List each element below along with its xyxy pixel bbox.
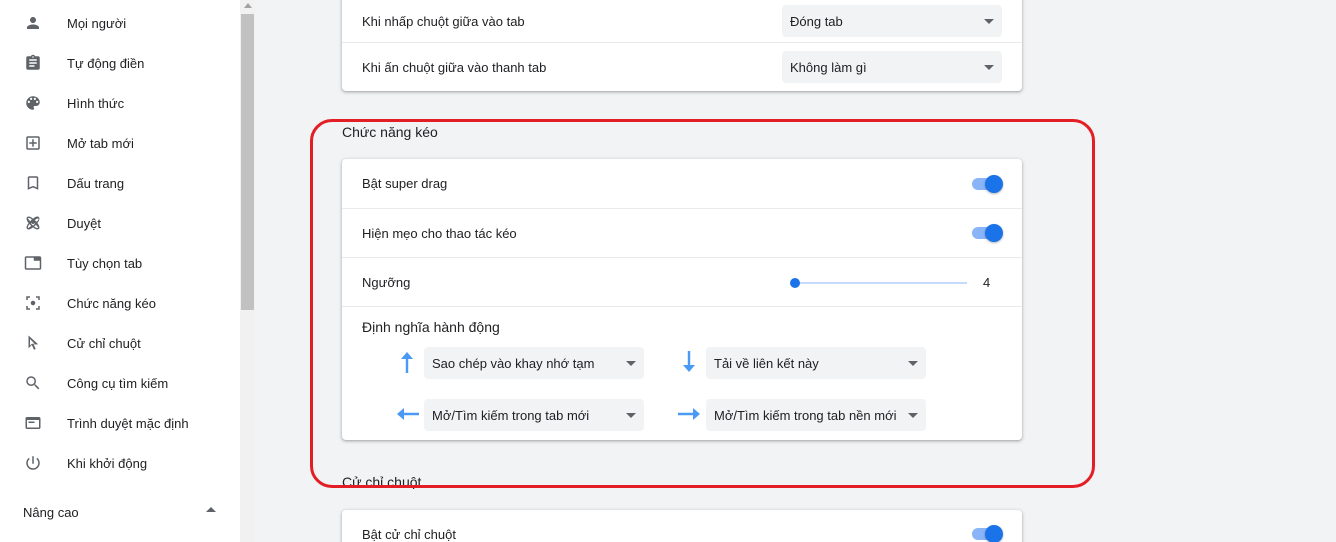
- sidebar-item-label: Dấu trang: [67, 175, 125, 191]
- sidebar-item-appearance[interactable]: Hình thức: [0, 83, 240, 123]
- dropdown-arrow-icon: [626, 413, 636, 418]
- scroll-up-arrow-icon[interactable]: [244, 3, 252, 8]
- arrow-left-icon: [395, 401, 421, 427]
- drag-tips-label: Hiện mẹo cho thao tác kéo: [362, 225, 517, 241]
- clipboard-icon: [24, 54, 42, 72]
- gesture-enable-toggle[interactable]: [970, 524, 1004, 542]
- super-drag-row: Bật super drag: [342, 159, 1022, 208]
- sidebar-item-label: Hình thức: [67, 95, 125, 111]
- chevron-up-icon: [206, 507, 216, 512]
- sidebar-item-mouse-gestures[interactable]: Cử chỉ chuột: [0, 323, 240, 363]
- bookmark-icon: [24, 174, 42, 192]
- gesture-enable-row: Bật cử chỉ chuột: [342, 510, 1022, 542]
- person-icon: [24, 14, 42, 32]
- sidebar-item-drag[interactable]: Chức năng kéo: [0, 283, 240, 323]
- threshold-slider[interactable]: [790, 273, 967, 293]
- advanced-toggle[interactable]: Nâng cao: [0, 496, 240, 528]
- sidebar-item-on-startup[interactable]: Khi khởi động: [0, 443, 240, 483]
- sidebar-item-label: Cử chỉ chuột: [67, 335, 141, 351]
- dropdown-arrow-icon: [984, 65, 994, 70]
- advanced-label: Nâng cao: [23, 504, 79, 520]
- actions-title: Định nghĩa hành động: [362, 319, 500, 335]
- drag-up-action-select[interactable]: Sao chép vào khay nhớ tạm: [424, 347, 644, 379]
- gesture-settings-card: Bật cử chỉ chuột: [342, 510, 1022, 542]
- sidebar-item-people[interactable]: Mọi người: [0, 3, 240, 43]
- slider-rail: [795, 282, 967, 284]
- toggle-knob: [985, 224, 1003, 242]
- sidebar-item-new-tab[interactable]: Mở tab mới: [0, 123, 240, 163]
- settings-sidebar: Mọi người Tự động điền Hình thức Mở tab …: [0, 0, 240, 542]
- sidebar-item-bookmarks[interactable]: Dấu trang: [0, 163, 240, 203]
- drag-tips-toggle[interactable]: [970, 223, 1004, 243]
- select-value: Tải về liên kết này: [714, 355, 819, 371]
- middle-click-bar-row: Khi ấn chuột giữa vào thanh tab Không là…: [342, 43, 1022, 91]
- sidebar-item-search-engine[interactable]: Công cụ tìm kiếm: [0, 363, 240, 403]
- drag-settings-card: Bật super drag Hiện mẹo cho thao tác kéo…: [342, 159, 1022, 440]
- select-value: Sao chép vào khay nhớ tạm: [432, 355, 595, 371]
- cursor-icon: [24, 334, 42, 352]
- dropdown-arrow-icon: [626, 361, 636, 366]
- middle-click-bar-label: Khi ấn chuột giữa vào thanh tab: [362, 59, 547, 75]
- toggle-knob: [985, 525, 1003, 542]
- dropdown-arrow-icon: [984, 19, 994, 24]
- sidebar-scrollbar[interactable]: [240, 0, 255, 542]
- atom-icon: [24, 214, 42, 232]
- select-value: Mở/Tìm kiếm trong tab nền mới: [714, 407, 897, 423]
- middle-click-tab-select[interactable]: Đóng tab: [782, 5, 1002, 37]
- settings-main: Khi nhấp chuột giữa vào tab Đóng tab Khi…: [255, 0, 1336, 542]
- toggle-knob: [985, 175, 1003, 193]
- sidebar-item-label: Tự động điền: [67, 55, 145, 71]
- drag-left-action-select[interactable]: Mở/Tìm kiếm trong tab mới: [424, 399, 644, 431]
- threshold-value: 4: [983, 274, 991, 290]
- dropdown-arrow-icon: [908, 361, 918, 366]
- sidebar-item-label: Mở tab mới: [67, 135, 134, 151]
- browser-icon: [24, 414, 42, 432]
- drag-tips-row: Hiện mẹo cho thao tác kéo: [342, 209, 1022, 257]
- sidebar-item-label: Khi khởi động: [67, 455, 148, 471]
- arrow-right-icon: [676, 401, 702, 427]
- drag-right-action-select[interactable]: Mở/Tìm kiếm trong tab nền mới: [706, 399, 926, 431]
- select-value: Không làm gì: [790, 59, 867, 75]
- sidebar-item-autofill[interactable]: Tự động điền: [0, 43, 240, 83]
- middle-click-bar-select[interactable]: Không làm gì: [782, 51, 1002, 83]
- sidebar-item-browse[interactable]: Duyệt: [0, 203, 240, 243]
- search-icon: [24, 374, 42, 392]
- sidebar-item-label: Tùy chọn tab: [67, 255, 143, 271]
- tab-icon: [24, 254, 42, 272]
- divider: [342, 306, 1022, 307]
- power-icon: [24, 454, 42, 472]
- sidebar-item-label: Chức năng kéo: [67, 295, 156, 311]
- gesture-enable-label: Bật cử chỉ chuột: [362, 526, 456, 542]
- select-value: Mở/Tìm kiếm trong tab mới: [432, 407, 590, 423]
- sidebar-item-label: Trình duyệt mặc định: [67, 415, 189, 431]
- threshold-label: Ngưỡng: [362, 274, 411, 290]
- sidebar-item-tab-options[interactable]: Tùy chọn tab: [0, 243, 240, 283]
- scrollbar-thumb[interactable]: [241, 14, 254, 310]
- sidebar-item-label: Công cụ tìm kiếm: [67, 375, 169, 391]
- sidebar-item-label: Mọi người: [67, 15, 127, 31]
- arrow-down-icon: [676, 349, 702, 375]
- new-tab-icon: [24, 134, 42, 152]
- drag-select-icon: [24, 294, 42, 312]
- arrow-up-icon: [394, 349, 420, 375]
- drag-section-title: Chức năng kéo: [342, 124, 438, 140]
- gesture-section-title: Cử chỉ chuột: [342, 474, 422, 490]
- middle-click-tab-label: Khi nhấp chuột giữa vào tab: [362, 13, 525, 29]
- super-drag-label: Bật super drag: [362, 176, 448, 191]
- sidebar-item-default-browser[interactable]: Trình duyệt mặc định: [0, 403, 240, 443]
- middle-click-tab-row: Khi nhấp chuột giữa vào tab Đóng tab: [342, 0, 1022, 42]
- drag-down-action-select[interactable]: Tải về liên kết này: [706, 347, 926, 379]
- super-drag-toggle[interactable]: [970, 174, 1004, 194]
- dropdown-arrow-icon: [908, 413, 918, 418]
- slider-thumb[interactable]: [790, 278, 800, 288]
- threshold-row: Ngưỡng 4: [342, 258, 1022, 306]
- select-value: Đóng tab: [790, 13, 843, 29]
- tab-options-card: Khi nhấp chuột giữa vào tab Đóng tab Khi…: [342, 0, 1022, 91]
- sidebar-item-label: Duyệt: [67, 215, 101, 231]
- palette-icon: [24, 94, 42, 112]
